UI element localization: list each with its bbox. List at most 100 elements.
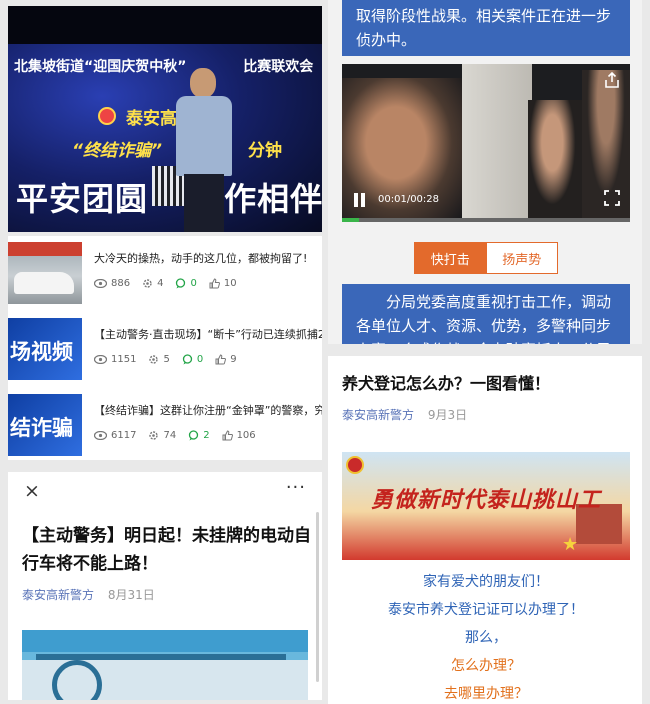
news-thumbnail: 结诈骗 <box>8 394 82 456</box>
body-line: 那么， <box>465 630 507 646</box>
star-icon: ★ <box>562 534 579 555</box>
likes-count: 9 <box>230 354 237 365</box>
police-badge-icon <box>98 107 116 125</box>
news-title: 【终结诈骗】这群让你注册“金钟罩”的警察，究竟 <box>94 404 322 417</box>
stage-banner-left: 北集坡街道“迎国庆贺中秋” <box>14 59 187 75</box>
comment-icon <box>189 430 199 441</box>
video-progress-fill <box>342 218 360 222</box>
stage-tagline: “终结诈骗” <box>72 141 162 161</box>
thumbs-up-icon <box>215 354 227 365</box>
video-progress-bar[interactable] <box>342 218 630 222</box>
eye-icon <box>94 431 107 440</box>
news-thumbnail <box>8 242 82 304</box>
gear-icon <box>143 279 152 288</box>
close-icon[interactable]: × <box>24 480 40 502</box>
news-stats: 1151 5 0 9 <box>94 354 249 365</box>
comment-icon <box>176 278 186 289</box>
pause-icon[interactable] <box>354 192 368 207</box>
thumbs-up-icon <box>209 278 220 289</box>
thumbnail-text: 结诈骗 <box>10 416 73 440</box>
list-item[interactable]: 场视频 【主动警务·直击现场】“断卡”行动已连续抓捕2个 1151 5 0 9 <box>8 318 322 380</box>
comments-stat: 0 <box>182 354 203 365</box>
shares-count: 4 <box>157 278 164 289</box>
article-meta: 泰安高新警方 9月3日 <box>342 406 467 423</box>
article-author-link[interactable]: 泰安高新警方 <box>342 408 414 422</box>
article-text-bottom: 分局党委高度重视打击工作，调动各单位人才、资源、优势，多警种同步上案，合成作战，… <box>342 284 630 344</box>
news-stats: 6117 74 2 106 <box>94 430 268 441</box>
article-date: 9月3日 <box>427 408 468 422</box>
shares-stat: 4 <box>142 278 163 289</box>
police-officer-figure <box>176 68 232 232</box>
tab-bar: 快打击 扬声势 <box>414 242 558 274</box>
stage-dark-band <box>8 6 322 44</box>
likes-stat: 10 <box>209 278 237 289</box>
share-icon[interactable] <box>604 71 620 92</box>
article-title: 养犬登记怎么办？一图看懂！ <box>342 374 551 393</box>
stage-main-right: 作相伴 <box>224 180 322 218</box>
tab-publicity[interactable]: 扬声势 <box>486 242 558 274</box>
shares-stat: 74 <box>148 430 176 441</box>
views-stat: 6117 <box>94 430 136 441</box>
article-banner: 勇做新时代泰山挑山工 ★ <box>342 452 630 560</box>
video-time: 00:01/00:28 <box>378 194 440 205</box>
video-article: 取得阶段性战果。相关案件正在进一步侦办中。 00:01/00:28 快打击 扬声… <box>328 0 642 344</box>
article-meta: 泰安高新警方 8月31日 <box>22 586 155 603</box>
gear-icon <box>149 355 159 364</box>
stage-main-left: 平安团圆 <box>16 180 149 218</box>
likes-count: 106 <box>236 430 256 441</box>
eye-icon <box>94 355 107 364</box>
likes-stat: 9 <box>215 354 237 365</box>
banner-slogan: 勇做新时代泰山挑山工 <box>370 488 601 513</box>
comments-count: 2 <box>203 430 210 441</box>
list-item[interactable]: 结诈骗 【终结诈骗】这群让你注册“金钟罩”的警察，究竟 6117 74 2 10… <box>8 394 322 456</box>
stage-banner-text: 北集坡街道“迎国庆贺中秋” 比赛联欢会 <box>14 56 313 76</box>
likes-count: 10 <box>223 278 237 289</box>
comments-count: 0 <box>196 354 204 365</box>
body-line: 家有爱犬的朋友们！ <box>423 574 549 590</box>
likes-stat: 106 <box>222 430 256 441</box>
stage-photo: 北集坡街道“迎国庆贺中秋” 比赛联欢会 泰安高 “终结诈骗” 分钟 平安团圆 作… <box>8 6 322 232</box>
views-stat: 1151 <box>94 354 136 365</box>
comments-stat: 2 <box>188 430 210 441</box>
article-view: × ··· 【主动警务】明日起！未挂牌的电动自行车将不能上路！ 泰安高新警方 8… <box>8 472 322 700</box>
police-emblem-icon <box>346 456 364 474</box>
stage-banner-right: 比赛联欢会 <box>243 59 314 75</box>
more-options-icon[interactable]: ··· <box>286 477 306 498</box>
views-stat: 886 <box>94 278 130 289</box>
thumbs-up-icon <box>222 430 233 441</box>
fullscreen-icon[interactable] <box>604 190 620 210</box>
views-count: 6117 <box>111 430 137 441</box>
comments-count: 0 <box>190 278 197 289</box>
stage-org: 泰安高 <box>126 109 177 129</box>
comments-stat: 0 <box>175 278 197 289</box>
list-item[interactable]: 大冷天的操热，动手的这几位，都被拘留了! 886 4 0 10 <box>8 242 322 304</box>
scrollbar[interactable] <box>316 512 319 682</box>
news-title: 【主动警务·直击现场】“断卡”行动已连续抓捕2个 <box>94 328 322 341</box>
article-body: 家有爱犬的朋友们！ 泰安市养犬登记证可以办理了！ 那么， 怎么办理？ 去哪里办理… <box>342 568 630 704</box>
article-text-top: 取得阶段性战果。相关案件正在进一步侦办中。 <box>342 0 630 56</box>
dog-registration-article: 养犬登记怎么办？一图看懂！ 泰安高新警方 9月3日 勇做新时代泰山挑山工 ★ 家… <box>328 356 642 704</box>
gear-icon <box>149 431 159 440</box>
comment-icon <box>182 354 192 365</box>
news-list: 大冷天的操热，动手的这几位，都被拘留了! 886 4 0 10 场视频 【主动警… <box>8 236 322 460</box>
views-count: 886 <box>111 278 131 289</box>
news-stats: 886 4 0 10 <box>94 278 249 289</box>
body-line: 怎么办理？ <box>451 658 521 674</box>
body-line: 去哪里办理？ <box>444 686 528 702</box>
article-author-link[interactable]: 泰安高新警方 <box>22 588 94 602</box>
news-thumbnail: 场视频 <box>8 318 82 380</box>
article-title: 【主动警务】明日起！未挂牌的电动自行车将不能上路！ <box>22 526 311 574</box>
body-line: 泰安市养犬登记证可以办理了！ <box>388 602 584 618</box>
shares-count: 74 <box>163 430 177 441</box>
tab-quick-strike[interactable]: 快打击 <box>414 242 487 274</box>
news-title: 大冷天的操热，动手的这几位，都被拘留了! <box>94 252 308 265</box>
article-photo <box>22 630 308 700</box>
article-date: 8月31日 <box>107 588 155 602</box>
views-count: 1151 <box>111 354 137 365</box>
thumbnail-text: 场视频 <box>10 340 73 364</box>
eye-icon <box>94 279 107 288</box>
video-player[interactable]: 00:01/00:28 <box>342 64 630 222</box>
shares-count: 5 <box>163 354 170 365</box>
shares-stat: 5 <box>148 354 170 365</box>
stage-tagline-right: 分钟 <box>248 141 282 161</box>
